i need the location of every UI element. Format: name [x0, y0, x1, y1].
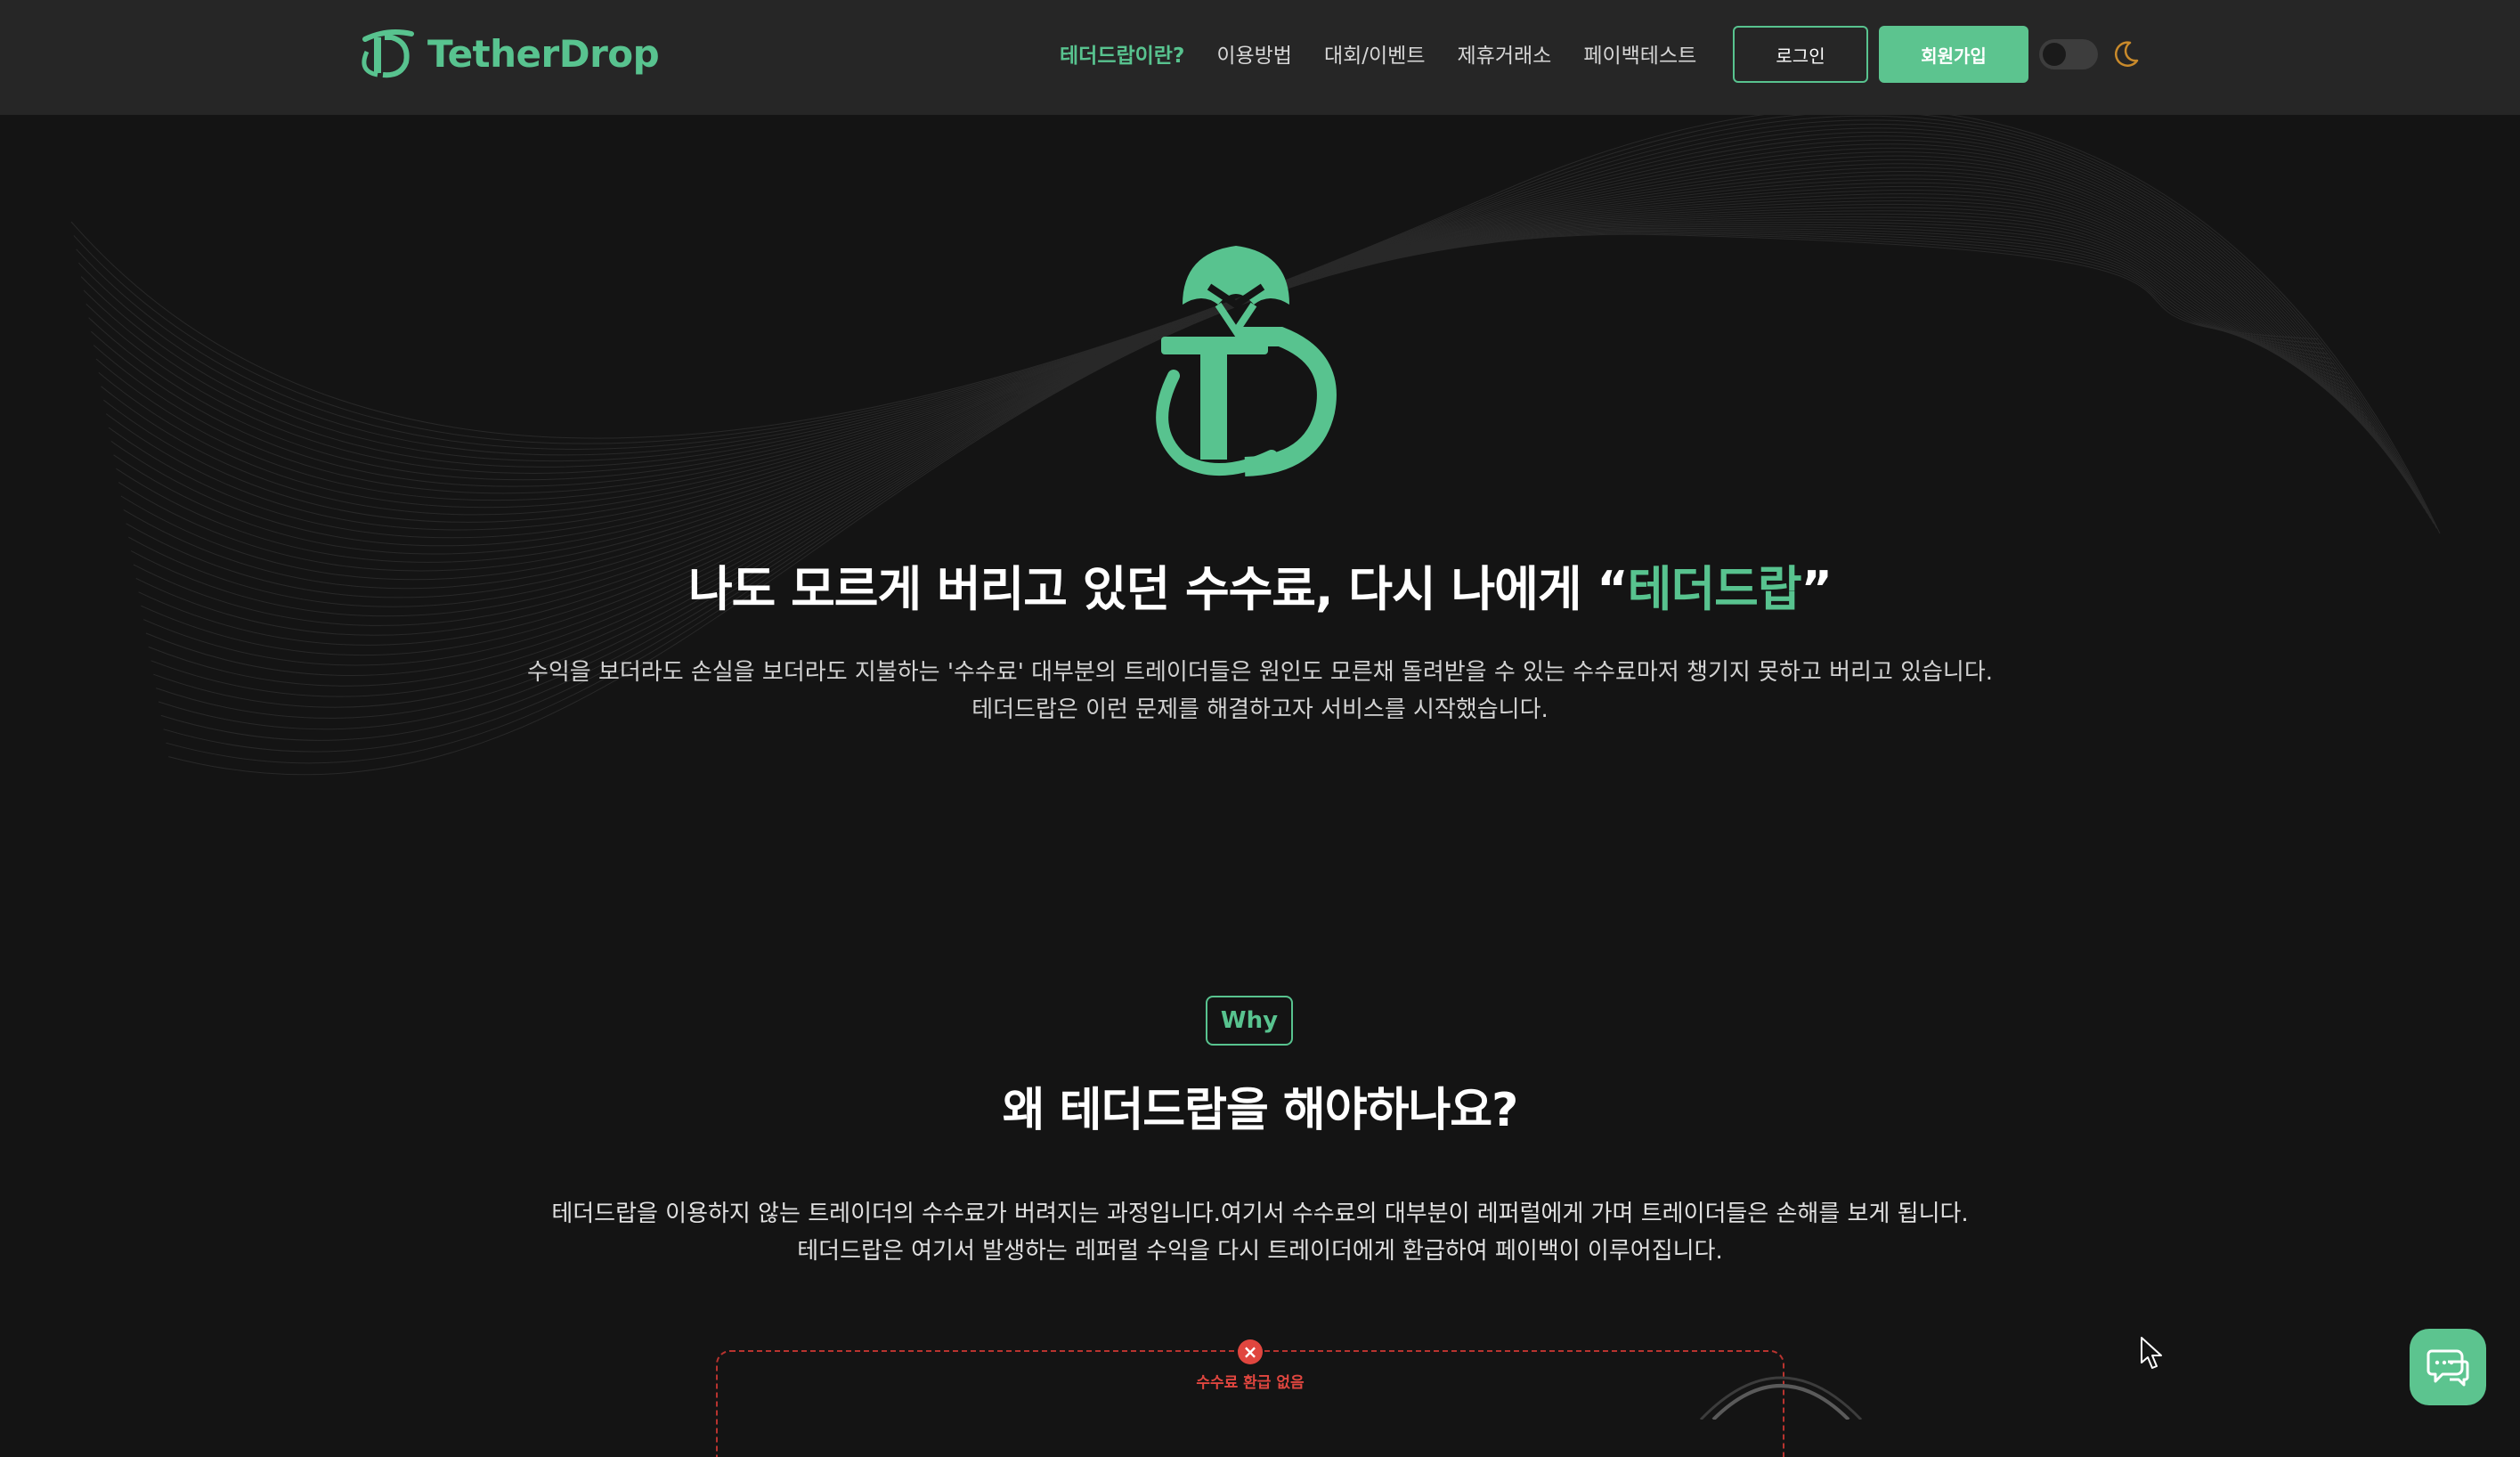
- no-refund-label: 수수료 환급 없음: [1196, 1374, 1305, 1392]
- background-waves: [70, 115, 2441, 776]
- nav-item-partner-exchanges[interactable]: 제휴거래소: [1458, 38, 1552, 69]
- why-description: 테더드랍을 이용하지 않는 트레이더의 수수료가 버려지는 과정입니다.여기서 …: [0, 1195, 2520, 1270]
- hero-title-suffix: ”: [1801, 561, 1833, 617]
- hero-title: 나도 모르게 버리고 있던 수수료, 다시 나에게 “테더드랍”: [0, 549, 2520, 620]
- why-title: 왜 테더드랍을 해야하나요?: [1002, 1084, 1519, 1137]
- mouse-cursor-icon: [2141, 1337, 2162, 1369]
- hero-desc-line-1: 수익을 보더라도 손실을 보더라도 지불하는 '수수료' 대부분의 트레이더들은…: [526, 659, 1994, 686]
- nav-item-payback-test[interactable]: 페이백테스트: [1583, 38, 1696, 69]
- hero-desc-line-2: 테더드랍은 이런 문제를 해결하고자 서비스를 시작했습니다.: [971, 696, 1549, 723]
- brand-name: TetherDrop: [427, 31, 660, 76]
- brand-logo[interactable]: TetherDrop: [356, 25, 660, 82]
- nav-item-events[interactable]: 대회/이벤트: [1324, 38, 1426, 69]
- login-button[interactable]: 로그인: [1733, 26, 1868, 83]
- signup-button[interactable]: 회원가입: [1879, 26, 2028, 83]
- toggle-knob: [2043, 43, 2066, 66]
- x-icon: ×: [1238, 1339, 1263, 1364]
- no-refund-diagram-box: [716, 1350, 1784, 1457]
- chat-button[interactable]: [2410, 1329, 2486, 1405]
- why-desc-line-1: 테더드랍을 이용하지 않는 트레이더의 수수료가 버려지는 과정입니다.여기서 …: [551, 1201, 1969, 1227]
- nav-item-about[interactable]: 테더드랍이란?: [1060, 38, 1184, 69]
- why-badge: Why: [1206, 996, 1293, 1046]
- hero-description: 수익을 보더라도 손실을 보더라도 지불하는 '수수료' 대부분의 트레이더들은…: [0, 654, 2520, 728]
- tetherdrop-logo-icon: [362, 29, 414, 78]
- why-desc-line-2: 테더드랍은 여기서 발생하는 레퍼럴 수익을 다시 트레이더에게 환급하여 페이…: [797, 1238, 1723, 1265]
- theme-toggle[interactable]: [2039, 39, 2098, 69]
- diagram-circle: [1699, 1376, 1863, 1420]
- main-nav: 테더드랍이란? 이용방법 대회/이벤트 제휴거래소 페이백테스트: [1060, 0, 1696, 107]
- hero-logo-icon: [1156, 246, 1337, 476]
- moon-icon[interactable]: [2110, 39, 2141, 69]
- hero-title-accent: 테더드랍: [1627, 561, 1802, 617]
- site-header: TetherDrop 테더드랍이란? 이용방법 대회/이벤트 제휴거래소 페이백…: [0, 0, 2520, 115]
- chat-icon: [2427, 1349, 2469, 1387]
- hero-title-prefix: 나도 모르게 버리고 있던 수수료, 다시 나에게 “: [687, 561, 1629, 617]
- nav-item-how-to-use[interactable]: 이용방법: [1216, 38, 1292, 69]
